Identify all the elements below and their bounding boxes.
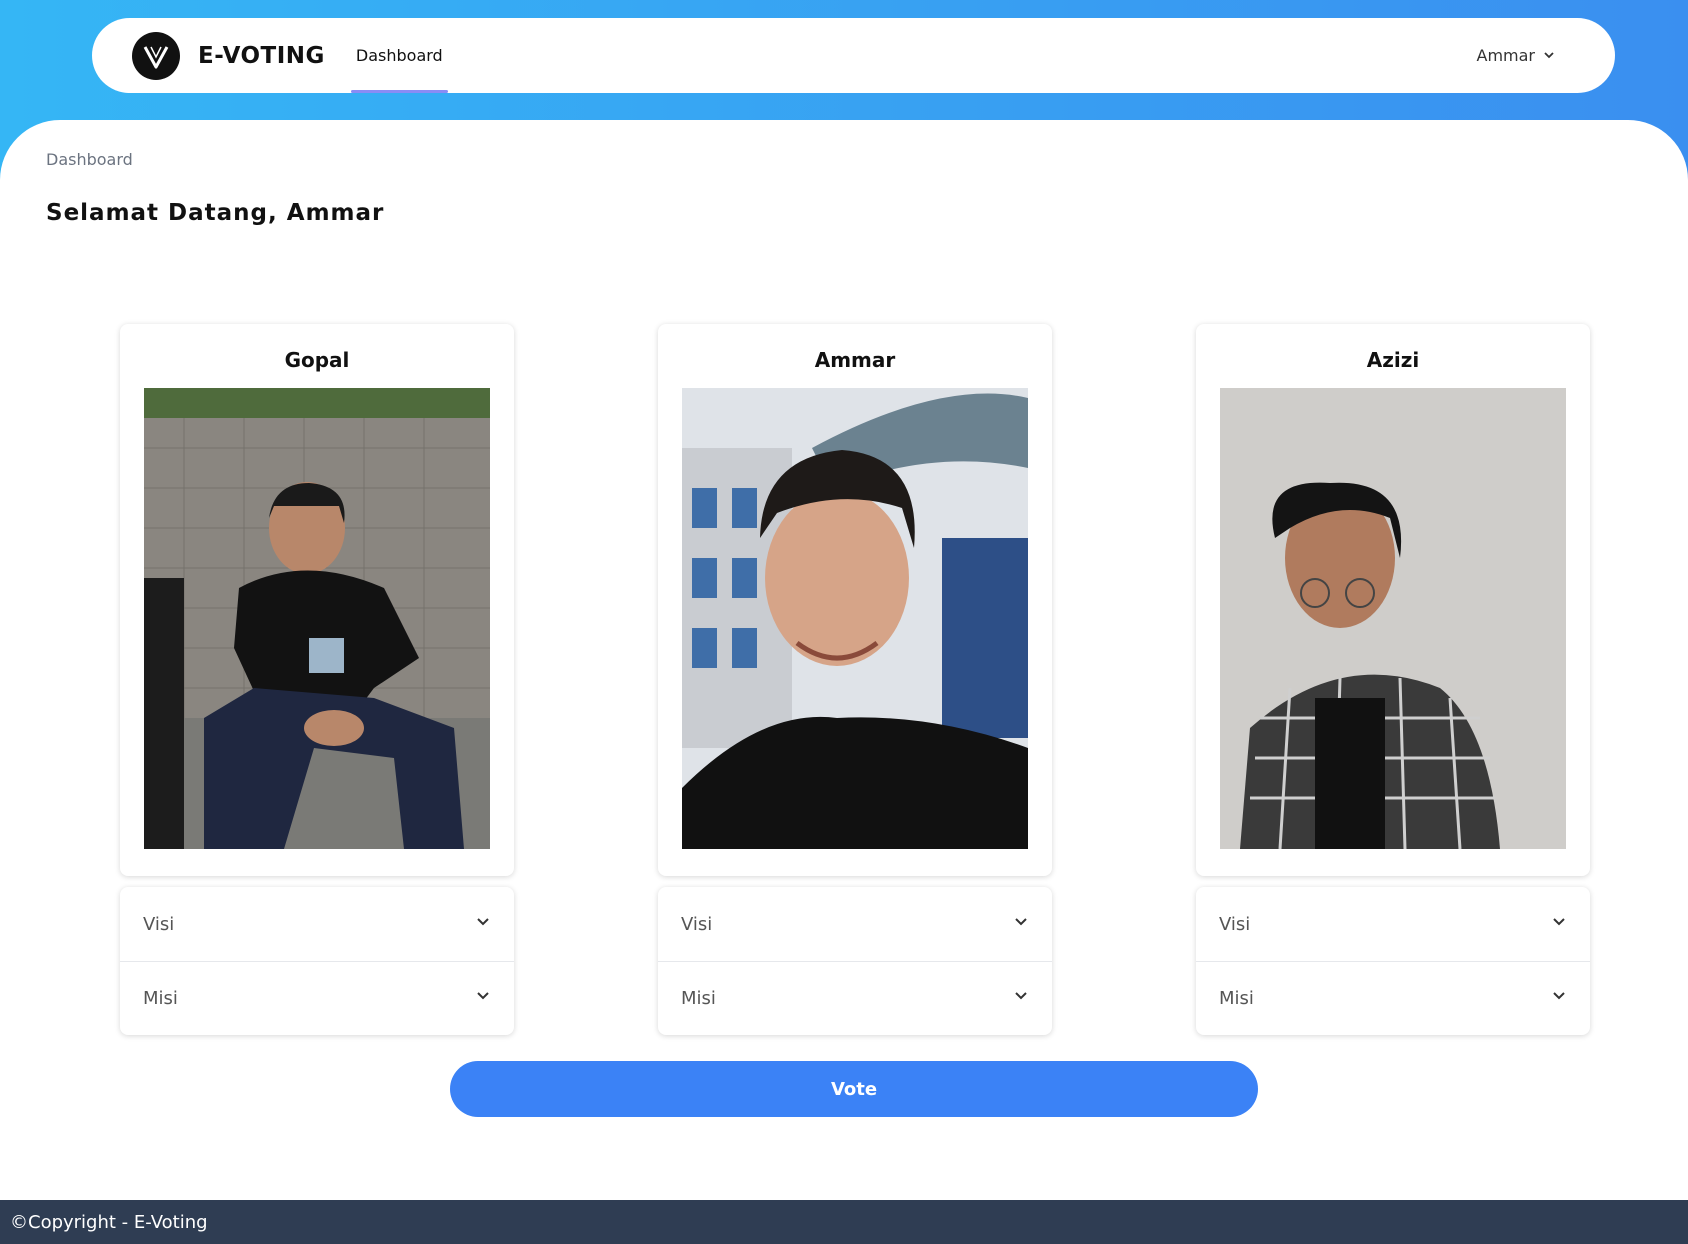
candidate-card[interactable]: Gopal [120, 324, 514, 876]
candidate-accordion: Visi Misi [120, 887, 514, 1035]
chevron-down-icon [1551, 988, 1567, 1009]
candidate-card[interactable]: Ammar [658, 324, 1052, 876]
footer-copyright: ©Copyright - E-Voting [0, 1200, 1688, 1244]
misi-label: Misi [143, 988, 178, 1009]
misi-label: Misi [681, 988, 716, 1009]
visi-label: Visi [1219, 913, 1251, 935]
misi-label: Misi [1219, 988, 1254, 1009]
v-logo-icon[interactable] [132, 31, 180, 80]
chevron-down-icon [475, 914, 491, 935]
nav-link-dashboard[interactable]: Dashboard [350, 18, 448, 93]
main-panel: Dashboard Selamat Datang, Ammar Gopal Vi… [0, 120, 1688, 1200]
candidate-accordion: Visi Misi [1196, 887, 1590, 1035]
breadcrumb[interactable]: Dashboard [46, 150, 133, 169]
chevron-down-icon [1013, 914, 1029, 935]
page-title: Selamat Datang, Ammar [46, 200, 385, 226]
misi-accordion-toggle[interactable]: Misi [1196, 961, 1590, 1035]
candidate-name: Gopal [284, 348, 350, 372]
vote-button[interactable]: Vote [450, 1061, 1258, 1117]
chevron-down-icon [475, 988, 491, 1009]
visi-label: Visi [681, 913, 713, 935]
candidate-photo [1220, 388, 1566, 849]
candidate-photo [682, 388, 1028, 849]
candidate-photo [144, 388, 490, 849]
chevron-down-icon [1551, 914, 1567, 935]
candidate-column: Ammar Visi Misi [658, 324, 1052, 1035]
misi-accordion-toggle[interactable]: Misi [120, 961, 514, 1035]
candidate-column: Azizi Visi Misi [1196, 324, 1590, 1035]
visi-accordion-toggle[interactable]: Visi [120, 887, 514, 961]
brand-name[interactable]: E-VOTING [198, 43, 325, 69]
top-navbar: E-VOTING Dashboard Ammar [92, 18, 1615, 93]
visi-label: Visi [143, 913, 175, 935]
chevron-down-icon [1543, 46, 1555, 65]
candidate-name: Ammar [814, 348, 896, 372]
user-menu[interactable]: Ammar [1477, 46, 1556, 65]
candidate-name: Azizi [1366, 348, 1420, 372]
misi-accordion-toggle[interactable]: Misi [658, 961, 1052, 1035]
chevron-down-icon [1013, 988, 1029, 1009]
visi-accordion-toggle[interactable]: Visi [1196, 887, 1590, 961]
visi-accordion-toggle[interactable]: Visi [658, 887, 1052, 961]
user-name: Ammar [1476, 46, 1536, 65]
candidate-accordion: Visi Misi [658, 887, 1052, 1035]
candidate-column: Gopal Visi Misi [120, 324, 514, 1035]
candidate-card[interactable]: Azizi [1196, 324, 1590, 876]
